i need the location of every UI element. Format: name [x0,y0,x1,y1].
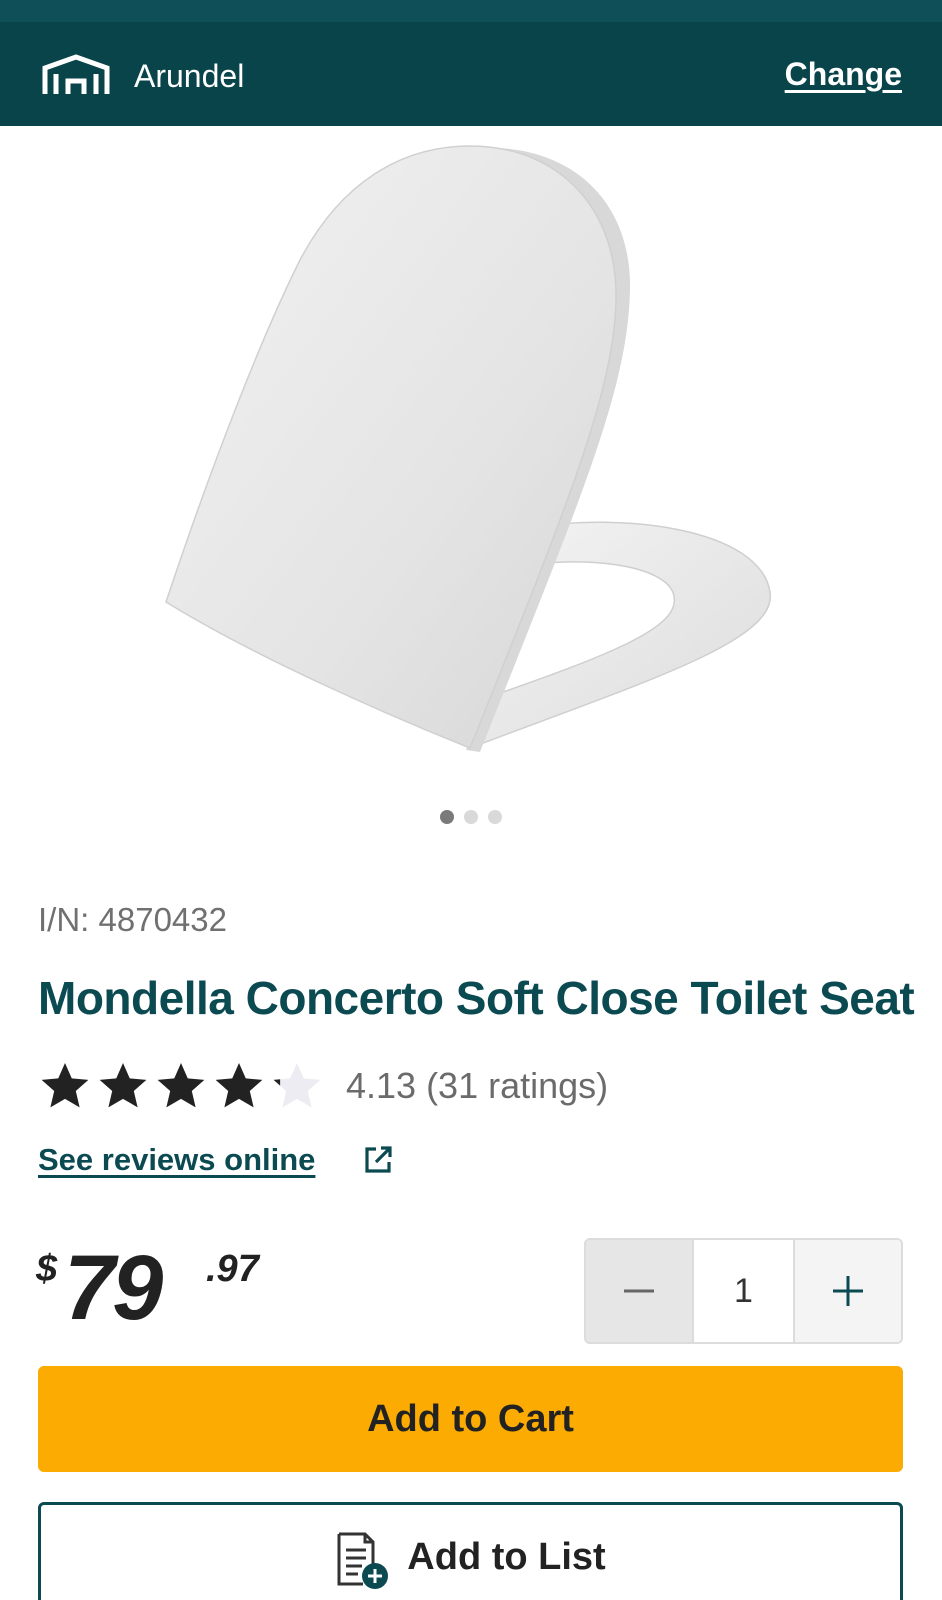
quantity-stepper: 1 [584,1238,903,1344]
star-partial-icon [273,1063,321,1108]
status-strip [0,0,942,22]
store-name: Arundel [134,58,245,94]
see-reviews-link[interactable]: See reviews online [38,1140,315,1180]
star-icon [157,1063,205,1108]
change-store-link[interactable]: Change [785,54,902,94]
product-image[interactable] [150,140,790,780]
star-icon [99,1063,147,1108]
decrease-quantity-button[interactable] [586,1240,692,1342]
star-rating [38,1059,324,1113]
star-icon [215,1063,263,1108]
item-number: I/N: 4870432 [38,901,227,938]
minus-icon [624,1289,654,1293]
add-to-list-label: Add to List [407,1535,606,1578]
external-link-icon[interactable] [362,1144,394,1176]
add-to-cart-label: Add to Cart [367,1397,574,1440]
store-icon [42,54,110,94]
plus-icon [833,1276,863,1306]
price-dollars: 79 [64,1237,163,1339]
add-list-icon [337,1532,389,1589]
carousel-dots [0,810,942,826]
quantity-input[interactable]: 1 [692,1240,795,1342]
rating-text: 4.13 (31 ratings) [346,1065,609,1106]
price-cents: .97 [206,1248,259,1290]
carousel-dot-1[interactable] [440,810,454,824]
add-to-list-button[interactable]: Add to List [38,1502,903,1600]
carousel-dot-3[interactable] [488,810,502,824]
store-bar: Arundel Change [0,22,942,126]
price-currency: $ [36,1248,58,1290]
carousel-dot-2[interactable] [464,810,478,824]
increase-quantity-button[interactable] [795,1240,901,1342]
star-icon [41,1063,89,1108]
product-title: Mondella Concerto Soft Close Toilet Seat [38,972,915,1024]
rating-row: 4.13 (31 ratings) [38,1058,608,1114]
add-to-cart-button[interactable]: Add to Cart [38,1366,903,1472]
